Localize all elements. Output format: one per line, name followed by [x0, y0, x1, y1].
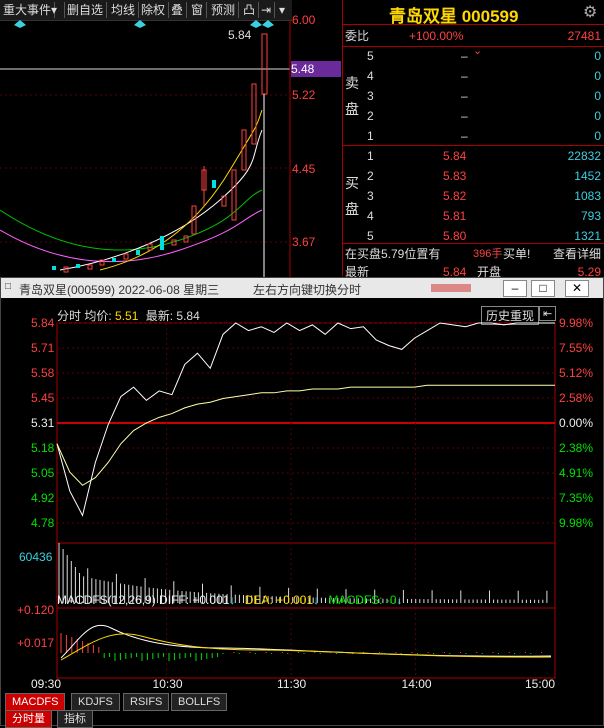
popup-titlebar[interactable]: □ 青岛双星(000599) 2022-06-08 星期三 左右方向键切换分时 … — [1, 278, 603, 298]
kline-price-3.67: 3.67 — [292, 235, 316, 249]
pct-tick-label: 7.55% — [559, 341, 594, 355]
buy-row: 1 5.84 22832 — [367, 149, 601, 163]
kline-current-price-badge: 5.48 — [291, 61, 341, 77]
toolbar-overlay[interactable]: 叠 — [168, 2, 188, 18]
toolbar: 重大事件 ▾ 删自选 均线 除权 叠 窗 预测 凸 ⇥ ▾ — [0, 0, 292, 21]
window-icon: □ — [5, 281, 12, 292]
pct-tick-label: 7.35% — [559, 491, 594, 505]
close-icon[interactable]: ✕ — [565, 280, 589, 297]
series-avg — [56, 384, 555, 486]
macd-axis-mid: +0.017 — [17, 636, 55, 650]
sell-row: 2–0 — [367, 109, 601, 123]
price-tick-label: 5.58 — [31, 366, 55, 380]
intraday-chart[interactable] — [1, 298, 603, 698]
series-price — [56, 322, 555, 517]
macd-legend: MACDFS(12,26,9) DIFF: +0.001↓ DEA: +0.00… — [57, 593, 403, 607]
pct-tick-label: 9.98% — [559, 316, 594, 330]
sell-row: 3–0 — [367, 89, 601, 103]
macd-diff-line — [60, 624, 552, 659]
price-tick-label: 4.92 — [31, 491, 55, 505]
big-order-notice: 在买盘5.79位置有 396手 买单! 查看详细 — [343, 244, 604, 264]
tab-rsifs[interactable]: RSIFS — [123, 693, 170, 711]
kline-peak-label: 5.84 — [228, 28, 252, 42]
buy-row: 2 5.83 1452 — [367, 169, 601, 183]
maximize-icon[interactable]: □ — [531, 280, 555, 297]
orderbook-panel: 青岛双星 000599 ⚙ 委比 +100.00% 27481 ⌄ 卖盘 5–0… — [342, 0, 604, 279]
price-tick-label: 5.45 — [31, 391, 55, 405]
kline-price-4.45: 4.45 — [292, 162, 316, 176]
time-tick-label: 14:00 — [401, 677, 432, 691]
tab-indicator[interactable]: 指标 — [57, 710, 93, 728]
stock-header: 青岛双星 000599 ⚙ — [343, 0, 604, 26]
time-tick-label: 09:30 — [31, 677, 62, 691]
pct-tick-label: 9.98% — [559, 516, 594, 530]
popup-title: 青岛双星(000599) 2022-06-08 星期三 — [19, 283, 220, 297]
sell-row: 1–0 — [367, 129, 601, 143]
price-tick-label: 5.18 — [31, 441, 55, 455]
price-tick-label: 5.84 — [31, 316, 55, 330]
toolbar-remove-watchlist[interactable]: 删自选 — [64, 2, 108, 18]
weicha-value: 27481 — [567, 29, 601, 43]
price-tick-label: 4.78 — [31, 516, 55, 530]
loading-bar — [431, 284, 471, 292]
tab-volume[interactable]: 分时量 — [5, 710, 52, 728]
pct-tick-label: 2.38% — [559, 441, 594, 455]
view-detail-link[interactable]: 查看详细 — [553, 244, 601, 264]
pct-tick-label: 2.58% — [559, 391, 594, 405]
volume-axis-label: 60436 — [19, 550, 53, 564]
toolbar-major-events[interactable]: 重大事件 — [0, 2, 56, 18]
sell-row: 4–0 — [367, 69, 601, 83]
gear-icon[interactable]: ⚙ — [583, 2, 597, 22]
toolbar-forecast[interactable]: 预测 — [208, 2, 240, 18]
pct-tick-label: 4.91% — [559, 466, 594, 480]
popup-hint: 左右方向键切换分时 — [253, 283, 362, 297]
pct-tick-label: 0.00% — [559, 416, 594, 430]
intraday-popup: □ 青岛双星(000599) 2022-06-08 星期三 左右方向键切换分时 … — [0, 277, 604, 728]
pct-tick-label: 5.12% — [559, 366, 594, 380]
time-tick-label: 11:30 — [277, 677, 307, 691]
toolbar-dropdown-icon[interactable]: ▾ — [48, 2, 65, 18]
tab-bollfs[interactable]: BOLLFS — [171, 693, 228, 711]
indicator-tabs: MACDFS KDJFS RSIFS BOLLFS — [5, 693, 305, 711]
bottom-tabs: 分时量 指标 — [5, 710, 305, 728]
kline-price-5.22: 5.22 — [292, 88, 316, 102]
minimize-icon[interactable]: – — [503, 280, 527, 297]
time-tick-label: 10:30 — [152, 677, 183, 691]
buy-row: 3 5.82 1083 — [367, 189, 601, 203]
tab-kdjfs[interactable]: KDJFS — [71, 693, 120, 711]
weibi-label: 委比 — [345, 29, 370, 43]
toolbar-menu-icon[interactable]: ▾ — [276, 2, 288, 18]
price-tick-label: 5.05 — [31, 466, 55, 480]
toolbar-window[interactable]: 窗 — [188, 2, 208, 18]
sell-row: 5–0 — [367, 49, 601, 63]
toolbar-ma[interactable]: 均线 — [108, 2, 140, 18]
stock-title: 青岛双星 000599 — [389, 7, 519, 26]
price-tick-label: 5.31 — [31, 416, 55, 430]
toolbar-jump-icon[interactable]: ⇥ — [258, 2, 276, 18]
tab-macdfs[interactable]: MACDFS — [5, 693, 66, 711]
macd-axis-top: +0.120 — [17, 603, 55, 617]
buy-row: 4 5.81 793 — [367, 209, 601, 223]
price-tick-label: 5.71 — [31, 341, 55, 355]
toolbar-lock-icon[interactable]: 凸 — [240, 2, 260, 18]
chart-frame — [56, 322, 556, 679]
toolbar-ex-rights[interactable]: 除权 — [138, 2, 170, 18]
kline-chart[interactable] — [0, 20, 342, 277]
time-tick-label: 15:00 — [525, 677, 556, 691]
kline-price-6.00: 6.00 — [292, 13, 316, 27]
weibi-value: +100.00% — [409, 29, 464, 43]
